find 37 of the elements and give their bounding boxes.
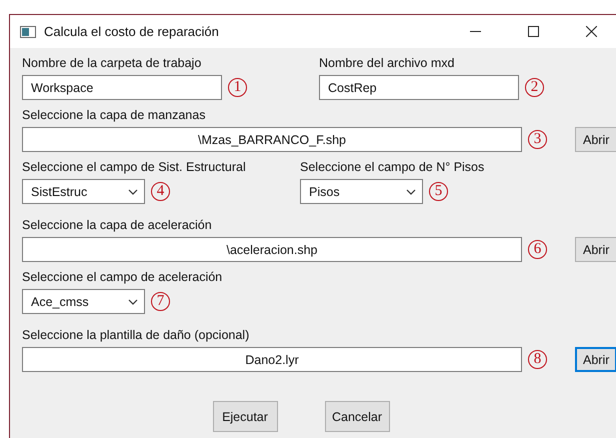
dialog-button[interactable]: Ejecutar (212, 401, 278, 432)
number-marker: 8 (528, 350, 547, 369)
number-marker: 5 (429, 182, 448, 201)
open-button[interactable]: Abrir (575, 237, 616, 262)
number-marker: 2 (525, 78, 544, 97)
dropdown[interactable]: Ace_cmss (22, 289, 145, 314)
text-field[interactable]: CostRep (319, 75, 519, 100)
open-button[interactable]: Abrir (575, 347, 616, 372)
dialog-button[interactable]: Cancelar (324, 401, 390, 432)
number-marker: 4 (151, 182, 170, 201)
dropdown[interactable]: Pisos (300, 179, 423, 204)
open-button[interactable]: Abrir (575, 127, 616, 152)
chevron-down-icon (128, 188, 138, 194)
maximize-icon[interactable] (528, 26, 538, 37)
chevron-down-icon (406, 188, 416, 194)
number-marker: 7 (151, 292, 170, 311)
field-label: Seleccione el campo de Sist. Estructural (22, 160, 247, 175)
number-marker: 1 (228, 78, 247, 97)
field-label: Seleccione la capa de manzanas (22, 108, 206, 123)
file-path-field[interactable]: \aceleracion.shp (22, 237, 522, 262)
number-marker: 3 (528, 130, 547, 149)
file-path-field[interactable]: \Mzas_BARRANCO_F.shp (22, 127, 522, 152)
window-icon (20, 26, 36, 38)
window-title: Calcula el costo de reparación (44, 24, 220, 39)
dropdown[interactable]: SistEstruc (22, 179, 145, 204)
chevron-down-icon (128, 298, 138, 304)
text-field[interactable]: Workspace (22, 75, 222, 100)
field-label: Seleccione el campo de N° Pisos (300, 160, 486, 175)
field-label: Seleccione la capa de aceleración (22, 218, 213, 233)
close-icon[interactable] (586, 26, 596, 37)
number-marker: 6 (528, 240, 547, 259)
minimize-icon[interactable] (470, 31, 480, 32)
field-label: Seleccione el campo de aceleración (22, 270, 224, 285)
field-label: Nombre del archivo mxd (319, 56, 456, 71)
field-label: Seleccione la plantilla de daño (opcional) (22, 328, 250, 343)
field-label: Nombre de la carpeta de trabajo (22, 56, 202, 71)
file-path-field[interactable]: Dano2.lyr (22, 347, 522, 372)
